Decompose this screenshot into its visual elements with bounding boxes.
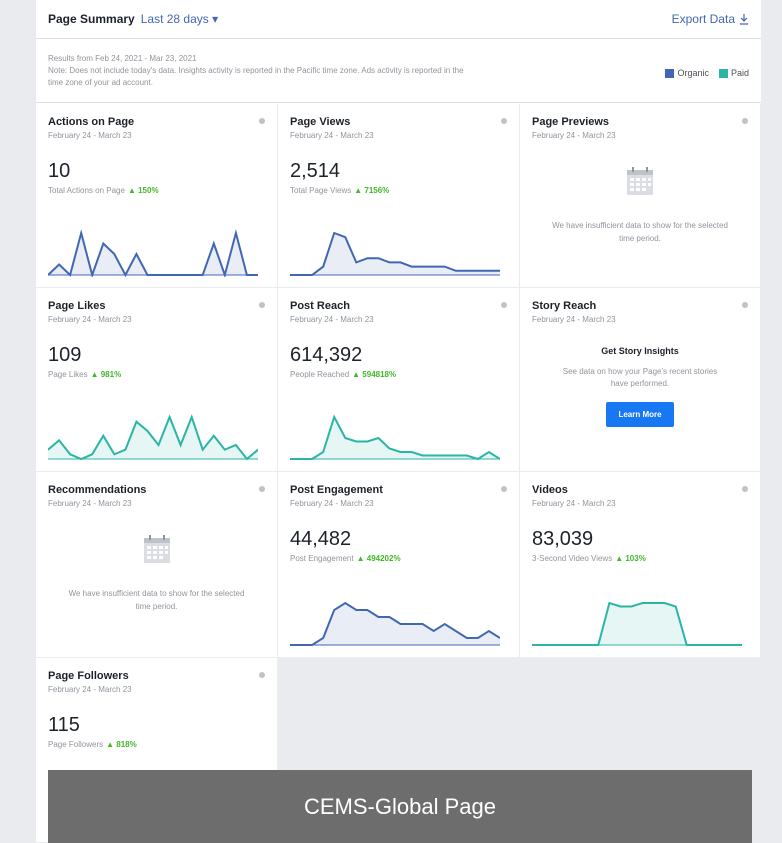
info-icon[interactable] [742, 486, 748, 492]
card-date: February 24 - March 23 [48, 315, 132, 324]
info-icon[interactable] [259, 672, 265, 678]
caption-banner: CEMS-Global Page [48, 770, 752, 843]
info-icon[interactable] [501, 118, 507, 124]
card-title: Post Engagement [290, 484, 383, 496]
sparkline-engagement [290, 601, 500, 646]
card-date: February 24 - March 23 [48, 685, 132, 694]
card-title: Page Followers [48, 670, 129, 682]
card-date: February 24 - March 23 [532, 131, 616, 140]
card-title: Page Previews [532, 116, 610, 128]
caret-down-icon: ▾ [212, 12, 219, 26]
story-text: See data on how your Page's recent stori… [562, 367, 718, 388]
metric-value: 10 [48, 160, 71, 182]
metric-change: ▲ 7156% [354, 186, 390, 195]
metric-label: Total Actions on Page ▲ 150% [48, 186, 159, 195]
card-title: Story Reach [532, 300, 597, 312]
results-note: Results from Feb 24, 2021 - Mar 23, 2021… [36, 39, 761, 103]
organic-swatch [665, 69, 675, 79]
card-title: Page Views [290, 116, 351, 128]
metric-label: Post Engagement ▲ 494202% [290, 554, 401, 563]
empty-state: We have insufficient data to show for th… [520, 166, 760, 245]
metric-value: 115 [48, 714, 80, 736]
metric-change: ▲ 494202% [356, 554, 401, 563]
sparkline-area [532, 603, 742, 645]
info-icon[interactable] [259, 486, 265, 492]
learn-more-button[interactable]: Learn More [606, 402, 674, 427]
card-videos[interactable]: Videos February 24 - March 23 83,039 3-S… [520, 472, 761, 658]
info-icon[interactable] [742, 302, 748, 308]
date-range-dropdown[interactable]: Last 28 days ▾ [141, 12, 218, 26]
empty-message: We have insufficient data to show for th… [68, 589, 245, 611]
summary-header: Page Summary Last 28 days ▾ Export Data [36, 0, 761, 39]
card-page-views[interactable]: Page Views February 24 - March 23 2,514 … [278, 104, 520, 288]
card-date: February 24 - March 23 [532, 315, 616, 324]
calendar-icon [143, 535, 170, 563]
card-date: February 24 - March 23 [290, 315, 374, 324]
legend-organic: Organic [665, 67, 709, 79]
card-title: Videos [532, 484, 568, 496]
metric-label: Total Page Views ▲ 7156% [290, 186, 390, 195]
sparkline-reach [290, 414, 500, 461]
info-icon[interactable] [259, 118, 265, 124]
metric-change: ▲ 150% [127, 186, 159, 195]
calendar-icon [627, 167, 653, 195]
paid-swatch [718, 69, 728, 79]
metric-value: 2,514 [290, 160, 341, 182]
card-date: February 24 - March 23 [290, 131, 374, 140]
card-page-previews[interactable]: Page Previews February 24 - March 23 We … [520, 104, 761, 288]
download-icon [740, 14, 748, 25]
sparkline-likes [48, 414, 258, 461]
card-recommendations[interactable]: Recommendations February 24 - March 23 W… [36, 472, 278, 658]
sparkline-actions [48, 229, 258, 277]
card-actions-on-page[interactable]: Actions on Page February 24 - March 23 1… [36, 104, 278, 288]
metric-value: 109 [48, 344, 82, 366]
metric-value: 614,392 [290, 344, 363, 366]
page-title: Page Summary [48, 12, 135, 26]
card-date: February 24 - March 23 [48, 499, 132, 508]
card-date: February 24 - March 23 [532, 499, 616, 508]
metric-label: 3-Second Video Views ▲ 103% [532, 554, 646, 563]
empty-state: We have insufficient data to show for th… [36, 534, 277, 613]
sparkline-views [290, 231, 500, 276]
metric-label: Page Likes ▲ 981% [48, 370, 122, 379]
metric-change: ▲ 103% [615, 554, 646, 563]
sparkline-videos [532, 601, 742, 646]
card-post-reach[interactable]: Post Reach February 24 - March 23 614,39… [278, 288, 520, 472]
card-story-reach[interactable]: Story Reach February 24 - March 23 Get S… [520, 288, 761, 472]
info-icon[interactable] [259, 302, 265, 308]
info-icon[interactable] [742, 118, 748, 124]
metric-change: ▲ 818% [106, 740, 137, 749]
info-icon[interactable] [501, 302, 507, 308]
info-icon[interactable] [501, 486, 507, 492]
legend-paid: Paid [718, 67, 749, 79]
card-title: Post Reach [290, 300, 350, 312]
metric-label: People Reached ▲ 594818% [290, 370, 397, 379]
card-date: February 24 - March 23 [290, 499, 374, 508]
card-title: Page Likes [48, 300, 106, 312]
metric-change: ▲ 594818% [352, 370, 397, 379]
card-title: Actions on Page [48, 116, 135, 128]
metric-change: ▲ 981% [90, 370, 122, 379]
card-date: February 24 - March 23 [48, 131, 132, 140]
chart-legend: Organic Paid [665, 67, 749, 79]
story-insights-promo: Get Story Insights See data on how your … [520, 346, 760, 427]
metric-value: 83,039 [532, 528, 594, 550]
empty-message: We have insufficient data to show for th… [552, 221, 728, 243]
metric-label: Page Followers ▲ 818% [48, 740, 137, 749]
metric-value: 44,482 [290, 528, 352, 550]
card-page-likes[interactable]: Page Likes February 24 - March 23 109 Pa… [36, 288, 278, 472]
story-heading: Get Story Insights [601, 346, 679, 356]
card-title: Recommendations [48, 484, 147, 496]
card-post-engagement[interactable]: Post Engagement February 24 - March 23 4… [278, 472, 520, 658]
export-data-button[interactable]: Export Data [672, 12, 749, 26]
